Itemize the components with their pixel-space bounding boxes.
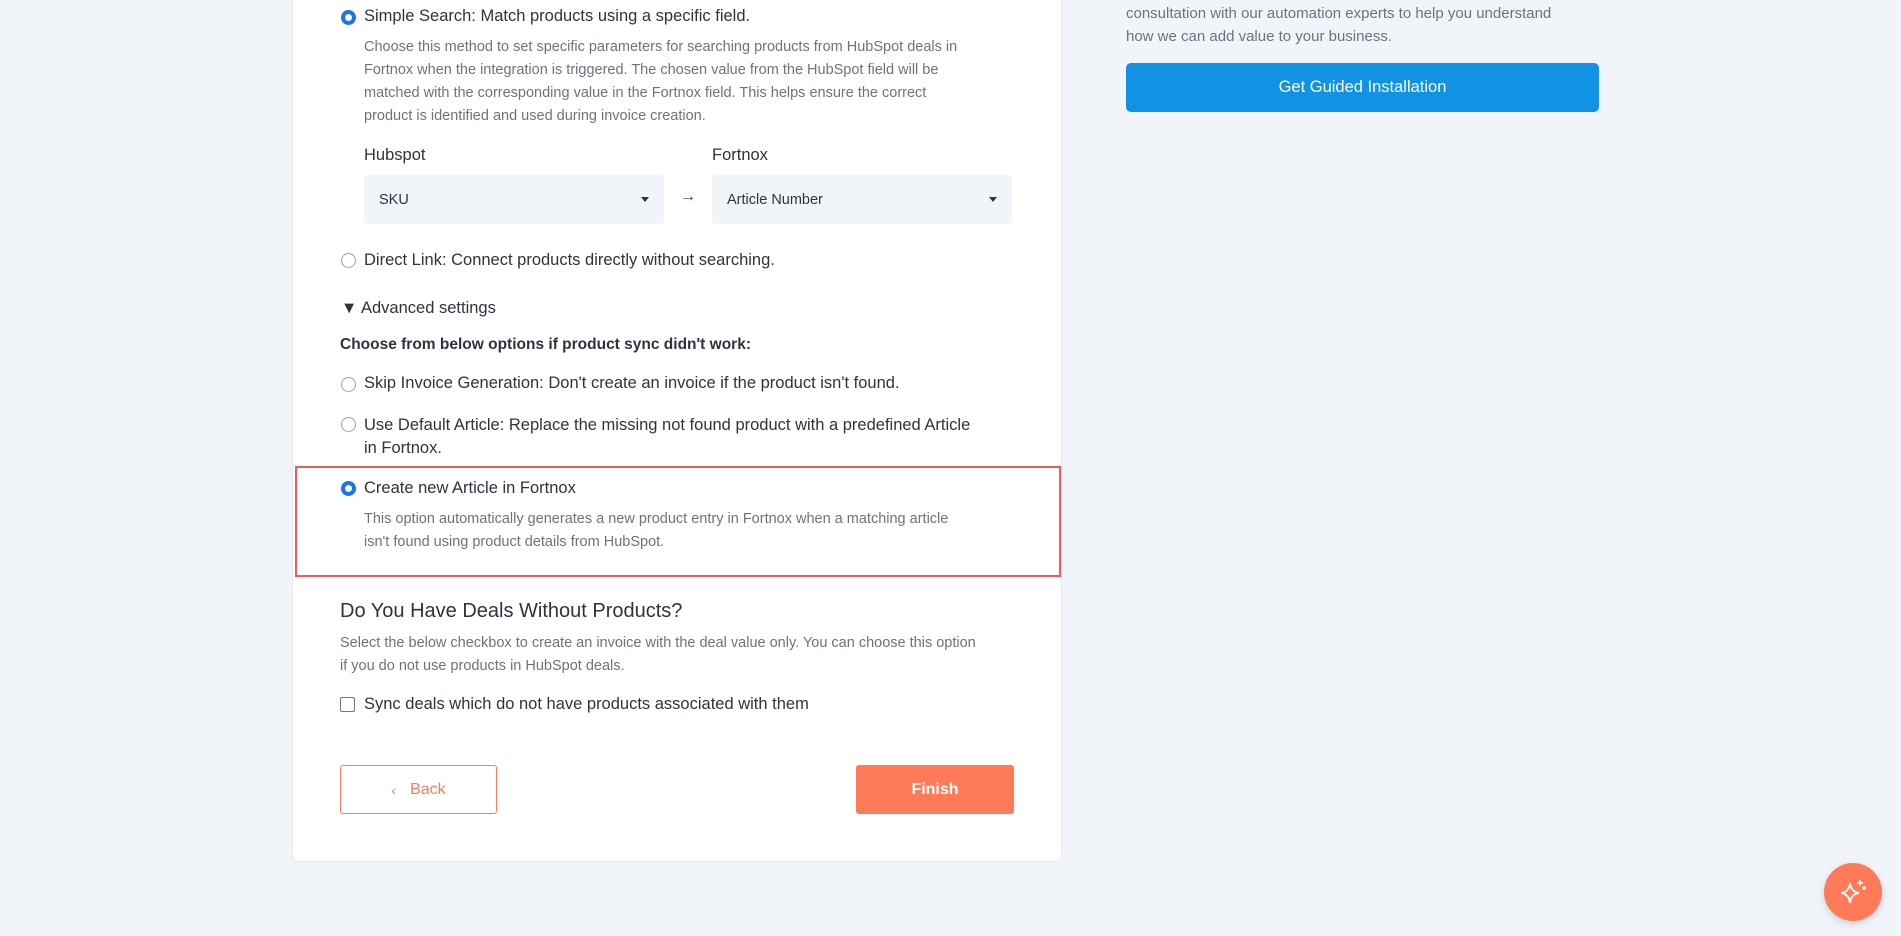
fortnox-field-value: Article Number [727, 191, 823, 208]
text-line: consultation with our automation experts… [1126, 5, 1552, 22]
desc-line: Fortnox when the integration is triggere… [364, 62, 939, 78]
finish-button[interactable]: Finish [856, 765, 1014, 814]
label-line: Use Default Article: Replace the missing… [364, 416, 971, 434]
sync-deals-label: Sync deals which do not have products as… [364, 695, 809, 713]
hubspot-label: Hubspot [364, 146, 426, 164]
desc-line: Choose this method to set specific param… [364, 39, 958, 55]
create-article-label: Create new Article in Fortnox [364, 479, 576, 497]
create-article-description: This option automatically generates a ne… [364, 508, 948, 554]
advanced-settings-toggle[interactable]: ▼ Advanced settings [341, 299, 496, 318]
direct-link-label: Direct Link: Connect products directly w… [364, 251, 775, 269]
text-line: how we can add value to your business. [1126, 28, 1392, 45]
ai-assistant-button[interactable] [1824, 863, 1882, 921]
default-article-label: Use Default Article: Replace the missing… [364, 414, 970, 460]
sparkle-icon [1840, 880, 1866, 904]
guided-installation-button[interactable]: Get Guided Installation [1126, 63, 1599, 112]
label-line: in Fortnox. [364, 439, 442, 457]
radio-default-article[interactable] [341, 417, 356, 432]
desc-line: product is identified and used during in… [364, 108, 706, 124]
sync-deals-checkbox[interactable] [340, 697, 355, 712]
arrow-right-icon: → [680, 188, 696, 205]
back-button[interactable]: ‹ Back [340, 765, 497, 814]
simple-search-label: Simple Search: Match products using a sp… [364, 7, 751, 25]
desc-line: This option automatically generates a ne… [364, 511, 949, 527]
back-label: Back [410, 780, 446, 798]
desc-line: Select the below checkbox to create an i… [340, 635, 976, 651]
desc-line: matched with the corresponding value in … [364, 85, 927, 101]
sidebar-text: consultation with our automation experts… [1126, 2, 1551, 48]
advanced-heading: Choose from below options if product syn… [340, 336, 751, 353]
radio-direct-link[interactable] [341, 253, 356, 268]
deals-description: Select the below checkbox to create an i… [340, 632, 976, 678]
radio-create-article[interactable] [341, 481, 356, 496]
chevron-left-icon: ‹ [391, 781, 397, 798]
radio-skip-invoice[interactable] [341, 377, 356, 392]
fortnox-label: Fortnox [712, 146, 768, 164]
hubspot-field-select[interactable]: SKU [364, 175, 664, 224]
simple-search-description: Choose this method to set specific param… [364, 36, 957, 128]
hubspot-field-value: SKU [379, 191, 409, 208]
caret-down-icon [641, 197, 649, 202]
desc-line: if you do not use products in HubSpot de… [340, 658, 625, 674]
radio-simple-search[interactable] [341, 10, 356, 25]
caret-down-icon [989, 197, 997, 202]
deals-heading: Do You Have Deals Without Products? [340, 600, 683, 622]
skip-invoice-label: Skip Invoice Generation: Don't create an… [364, 374, 900, 392]
fortnox-field-select[interactable]: Article Number [712, 175, 1012, 224]
desc-line: isn't found using product details from H… [364, 534, 665, 550]
